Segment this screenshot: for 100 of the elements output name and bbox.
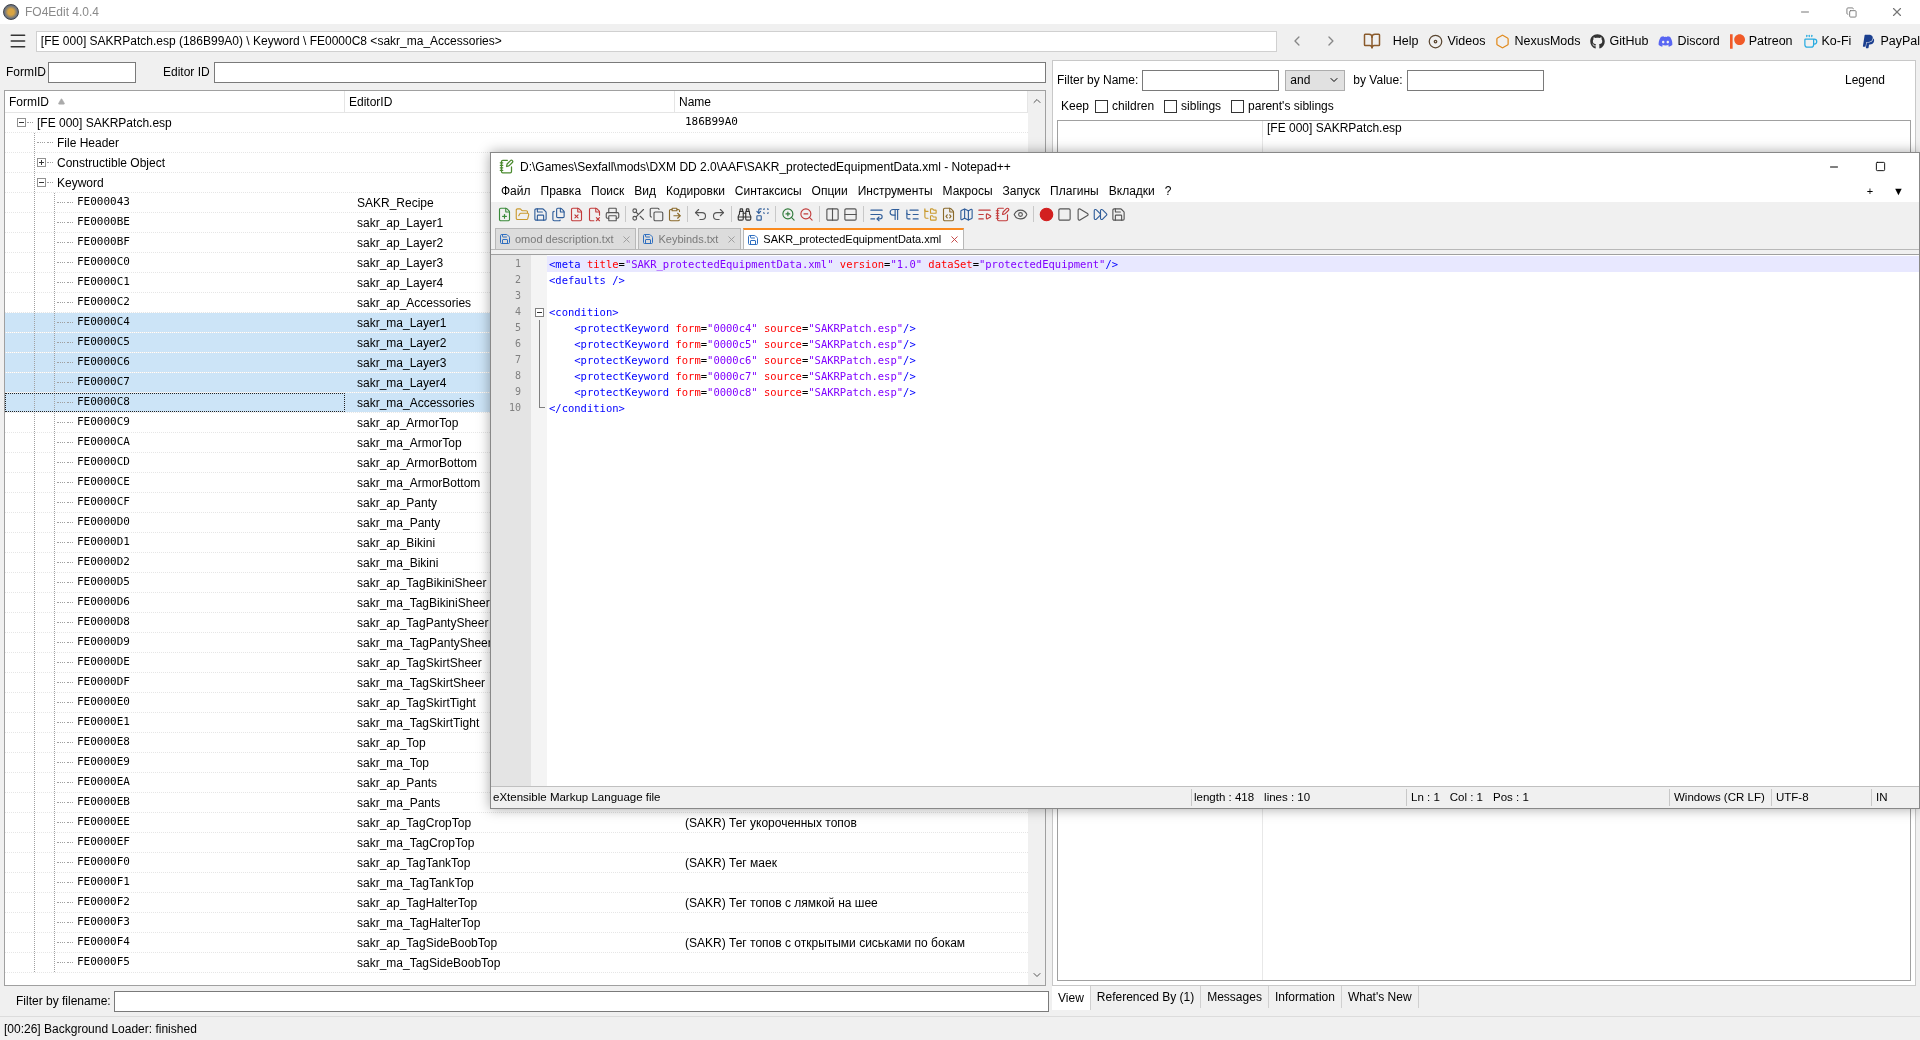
tree-node[interactable]: FE0000D1: [5, 533, 345, 552]
link-button[interactable]: Ko-Fi: [1802, 31, 1852, 51]
collapse-icon[interactable]: [36, 178, 46, 187]
tree-node[interactable]: FE0000F4: [5, 933, 345, 952]
tree-node[interactable]: Constructible Object: [5, 153, 345, 172]
tree-node[interactable]: FE0000F0: [5, 853, 345, 872]
menu-item[interactable]: Синтаксисы: [729, 182, 807, 200]
new-file-icon[interactable]: [497, 206, 512, 222]
redo-icon[interactable]: [711, 206, 726, 222]
tree-node[interactable]: FE0000D2: [5, 553, 345, 572]
columns-icon[interactable]: [825, 206, 840, 222]
close-tab-icon[interactable]: [949, 234, 961, 245]
run-multiple-icon[interactable]: [1093, 206, 1108, 222]
tree-node[interactable]: FE0000C9: [5, 413, 345, 432]
link-button[interactable]: NexusMods: [1495, 31, 1581, 51]
tree-node[interactable]: FE0000C1: [5, 273, 345, 292]
notebook-icon[interactable]: [995, 206, 1010, 222]
tree-node[interactable]: FE0000CA: [5, 433, 345, 452]
checkbox[interactable]: [1164, 99, 1178, 113]
checkbox[interactable]: [1095, 99, 1109, 113]
tree-node[interactable]: FE0000BE: [5, 213, 345, 232]
tree-node[interactable]: FE0000D0: [5, 513, 345, 532]
tree-node[interactable]: FE0000F3: [5, 913, 345, 932]
undo-icon[interactable]: [693, 206, 708, 222]
tree-node[interactable]: FE0000E8: [5, 733, 345, 752]
tree-node[interactable]: FE0000E0: [5, 693, 345, 712]
close-all-icon[interactable]: [587, 206, 602, 222]
play-icon[interactable]: [1075, 206, 1090, 222]
operator-dropdown[interactable]: and: [1285, 69, 1346, 91]
tree-node[interactable]: FE0000C4: [5, 313, 345, 332]
replace-icon[interactable]: [755, 206, 770, 222]
indent-guide-icon[interactable]: [905, 206, 920, 222]
tree-node[interactable]: FE0000C2: [5, 293, 345, 312]
column-header[interactable]: FormID: [5, 91, 345, 112]
scissors-icon[interactable]: [631, 206, 646, 222]
function-list-icon[interactable]: [977, 206, 992, 222]
tree-node[interactable]: [FE 000] SAKRPatch.esp: [5, 113, 345, 132]
legend-button[interactable]: Legend: [1844, 71, 1885, 89]
menu-item[interactable]: ▼: [1888, 182, 1909, 200]
record-icon[interactable]: [1039, 206, 1054, 222]
save-icon[interactable]: [533, 206, 548, 222]
tree-node[interactable]: FE0000E9: [5, 753, 345, 772]
view-tab[interactable]: View: [1052, 986, 1091, 1010]
zoom-in-icon[interactable]: [781, 206, 796, 222]
name-filter-field[interactable]: [1142, 69, 1280, 91]
zoom-out-icon[interactable]: [799, 206, 814, 222]
wrap-text-icon[interactable]: [869, 206, 884, 222]
editor-id-field[interactable]: [213, 61, 1046, 83]
map-icon[interactable]: [959, 206, 974, 222]
tree-node[interactable]: FE0000EA: [5, 773, 345, 792]
tree-node[interactable]: FE0000CF: [5, 493, 345, 512]
tree-node[interactable]: FE0000F1: [5, 873, 345, 892]
collapse-icon[interactable]: [16, 118, 26, 127]
tree-node[interactable]: FE0000EE: [5, 813, 345, 832]
rows-icon[interactable]: [843, 206, 858, 222]
formid-field[interactable]: [48, 61, 136, 83]
close-file-icon[interactable]: [569, 206, 584, 222]
tree-node[interactable]: FE0000F2: [5, 893, 345, 912]
stop-icon[interactable]: [1057, 206, 1072, 222]
fold-collapse-icon[interactable]: [534, 307, 544, 317]
menu-item[interactable]: Правка: [535, 182, 587, 200]
tree-node[interactable]: FE0000CD: [5, 453, 345, 472]
tree-node[interactable]: FE0000CE: [5, 473, 345, 492]
column-header[interactable]: [FE 000] SAKRPatch.esp: [1267, 121, 1402, 135]
tree-node[interactable]: FE000043: [5, 193, 345, 212]
tree-node[interactable]: FE0000BF: [5, 233, 345, 252]
tree-node[interactable]: File Header: [5, 133, 345, 152]
paste-icon[interactable]: [667, 206, 682, 222]
tree-node[interactable]: FE0000D6: [5, 593, 345, 612]
menu-item[interactable]: Макросы: [937, 182, 998, 200]
file-code-icon[interactable]: [941, 206, 956, 222]
tree-node[interactable]: FE0000DE: [5, 653, 345, 672]
eye-icon[interactable]: [1013, 206, 1028, 222]
link-button[interactable]: Discord: [1658, 31, 1720, 51]
tree-node[interactable]: Keyword: [5, 173, 345, 192]
link-button[interactable]: Videos: [1428, 31, 1486, 51]
printer-icon[interactable]: [605, 206, 620, 222]
column-header[interactable]: EditorID: [345, 91, 675, 112]
file-tab[interactable]: SAKR_protectedEquipmentData.xml: [743, 228, 965, 249]
value-filter-field[interactable]: [1406, 69, 1544, 91]
menu-item[interactable]: ?: [1159, 182, 1177, 200]
tree-node[interactable]: FE0000E1: [5, 713, 345, 732]
menu-item[interactable]: Запуск: [997, 182, 1046, 200]
link-button[interactable]: PayPal: [1861, 31, 1920, 51]
save-macro-icon[interactable]: [1111, 206, 1126, 222]
menu-item[interactable]: Вид: [629, 182, 662, 200]
menu-item[interactable]: Плагины: [1045, 182, 1104, 200]
link-button[interactable]: Help: [1354, 31, 1419, 51]
menu-item[interactable]: +: [1861, 182, 1879, 200]
menu-item[interactable]: Опции: [806, 182, 853, 200]
tree-node[interactable]: FE0000C5: [5, 333, 345, 352]
tree-node[interactable]: FE0000D8: [5, 613, 345, 632]
tree-node[interactable]: FE0000C6: [5, 353, 345, 372]
tree-node[interactable]: FE0000EF: [5, 833, 345, 852]
tree-node[interactable]: FE0000C0: [5, 253, 345, 272]
expand-icon[interactable]: [36, 158, 46, 167]
checkbox[interactable]: [1231, 99, 1245, 113]
menu-item[interactable]: Вкладки: [1103, 182, 1160, 200]
copy-icon[interactable]: [649, 206, 664, 222]
path-field[interactable]: [FE 000] SAKRPatch.esp (186B99A0) \ Keyword \ FE0000C8 <sakr_ma_Accessories>: [35, 30, 1277, 52]
